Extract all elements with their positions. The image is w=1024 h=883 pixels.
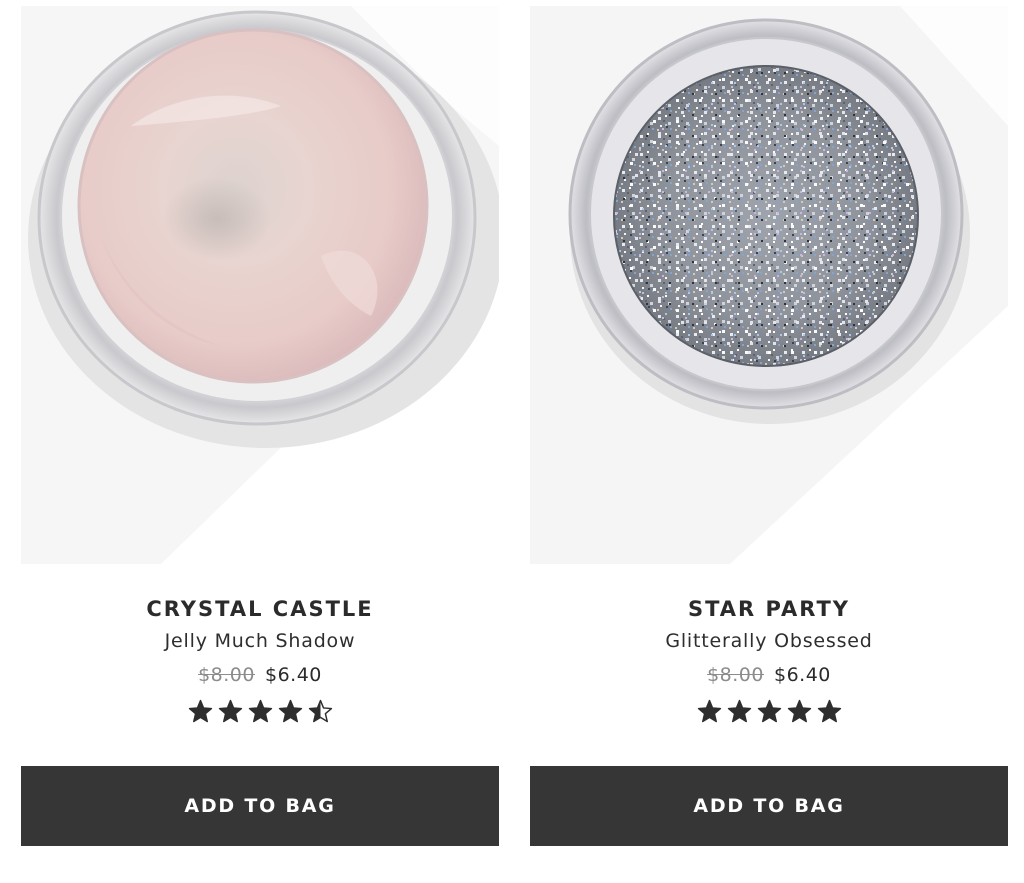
product-subtitle[interactable]: Jelly Much Shadow bbox=[21, 630, 499, 654]
star-full-icon bbox=[697, 699, 721, 723]
star-full-icon bbox=[817, 699, 841, 723]
star-full-icon bbox=[248, 699, 272, 723]
star-full-icon bbox=[727, 699, 751, 723]
product-price: $8.00 $6.40 bbox=[530, 664, 1008, 688]
product-image-star-party[interactable] bbox=[530, 6, 1008, 564]
sale-price: $6.40 bbox=[774, 664, 831, 686]
star-rating[interactable] bbox=[21, 699, 499, 729]
pink-jelly-shadow-jar-icon bbox=[21, 6, 499, 564]
star-full-icon bbox=[188, 699, 212, 723]
add-to-bag-button[interactable]: ADD TO BAG bbox=[530, 766, 1008, 846]
product-name[interactable]: STAR PARTY bbox=[530, 597, 1008, 623]
product-card-crystal-castle: CRYSTAL CASTLE Jelly Much Shadow $8.00 $6… bbox=[21, 0, 499, 848]
original-price: $8.00 bbox=[198, 664, 255, 686]
star-rating[interactable] bbox=[530, 699, 1008, 729]
star-full-icon bbox=[787, 699, 811, 723]
product-name[interactable]: CRYSTAL CASTLE bbox=[21, 597, 499, 623]
star-full-icon bbox=[757, 699, 781, 723]
product-price: $8.00 $6.40 bbox=[21, 664, 499, 688]
sale-price: $6.40 bbox=[265, 664, 322, 686]
product-grid: CRYSTAL CASTLE Jelly Much Shadow $8.00 $6… bbox=[0, 0, 1024, 883]
add-to-bag-button[interactable]: ADD TO BAG bbox=[21, 766, 499, 846]
product-subtitle[interactable]: Glitterally Obsessed bbox=[530, 630, 1008, 654]
product-info-star-party: STAR PARTY Glitterally Obsessed $8.00 $6.… bbox=[530, 564, 1008, 729]
original-price: $8.00 bbox=[707, 664, 764, 686]
product-image-crystal-castle[interactable] bbox=[21, 6, 499, 564]
star-full-icon bbox=[218, 699, 242, 723]
product-info-crystal-castle: CRYSTAL CASTLE Jelly Much Shadow $8.00 $6… bbox=[21, 564, 499, 729]
product-card-star-party: STAR PARTY Glitterally Obsessed $8.00 $6.… bbox=[530, 0, 1008, 848]
silver-glitter-jar-icon bbox=[530, 6, 1008, 564]
star-full-icon bbox=[278, 699, 302, 723]
star-half-icon bbox=[308, 699, 332, 723]
